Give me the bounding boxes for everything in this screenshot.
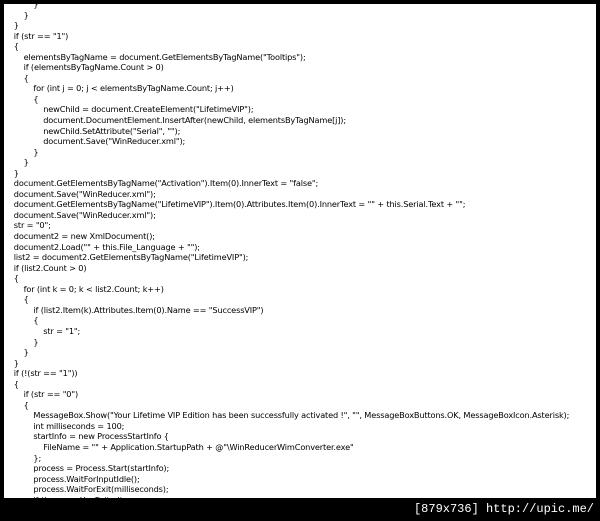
code-line: }	[4, 157, 29, 168]
code-line: for (int j = 0; j < elementsByTagName.Co…	[4, 83, 234, 94]
code-line: {	[4, 41, 19, 52]
code-line: {	[4, 93, 39, 104]
code-line: document.Save("WinReducer.xml");	[4, 209, 156, 220]
code-line: {	[4, 273, 19, 284]
code-line: }	[4, 9, 29, 20]
code-line: newChild.SetAttribute("Serial", "");	[4, 125, 181, 136]
code-line: if (!(str == "1"))	[4, 368, 78, 379]
code-line: elementsByTagName = document.GetElements…	[4, 51, 306, 62]
code-block: } } } if (str == "1") { elementsByTagNam…	[4, 4, 570, 498]
code-line: process = Process.Start(startInfo);	[4, 463, 170, 474]
code-line: {	[4, 315, 39, 326]
code-line: list2 = document2.GetElementsByTagName("…	[4, 252, 249, 263]
code-line: {	[4, 378, 19, 389]
code-line: process.WaitForExit(milliseconds);	[4, 484, 169, 495]
code-line: }	[4, 167, 19, 178]
code-line: }	[4, 336, 39, 347]
code-line: str = "1";	[4, 325, 81, 336]
code-line: document.DocumentElement.InsertAfter(new…	[4, 115, 346, 126]
code-line: if (str == "1")	[4, 30, 69, 41]
footer-bar: [879x736] http://upic.me/	[0, 498, 600, 521]
code-line: startInfo = new ProcessStartInfo {	[4, 431, 169, 442]
code-line: process.WaitForInputIdle();	[4, 473, 140, 484]
code-line: document2 = new XmlDocument();	[4, 231, 155, 242]
code-line: {	[4, 72, 29, 83]
code-line: }	[4, 146, 39, 157]
code-line: {	[4, 399, 29, 410]
code-line: if (list2.Item(k).Attributes.Item(0).Nam…	[4, 304, 264, 315]
code-line: {	[4, 294, 29, 305]
code-line: }	[4, 357, 19, 368]
code-line: int milliseconds = 100;	[4, 420, 125, 431]
code-line: if (list2.Count > 0)	[4, 262, 87, 273]
code-line: if (str == "0")	[4, 389, 79, 400]
code-viewer: } } } if (str == "1") { elementsByTagNam…	[4, 4, 596, 498]
code-line: str = "0";	[4, 220, 51, 231]
code-line: document2.Load("" + this.File_Language +…	[4, 241, 200, 252]
code-line: }	[4, 347, 29, 358]
code-line: }	[4, 20, 19, 31]
code-line: document.GetElementsByTagName("Activatio…	[4, 178, 319, 189]
code-line: if (elementsByTagName.Count > 0)	[4, 62, 164, 73]
code-line: newChild = document.CreateElement("Lifet…	[4, 104, 254, 115]
image-size-watermark: [879x736] http://upic.me/	[413, 502, 594, 516]
code-line: document.Save("WinReducer.xml");	[4, 136, 186, 147]
code-line: document.Save("WinReducer.xml");	[4, 188, 156, 199]
code-line: };	[4, 452, 42, 463]
code-line: document.GetElementsByTagName("LifetimeV…	[4, 199, 466, 210]
code-line: for (int k = 0; k < list2.Count; k++)	[4, 283, 164, 294]
code-line: MessageBox.Show("Your Lifetime VIP Editi…	[4, 410, 570, 421]
code-line: FileName = "" + Application.StartupPath …	[4, 441, 354, 452]
